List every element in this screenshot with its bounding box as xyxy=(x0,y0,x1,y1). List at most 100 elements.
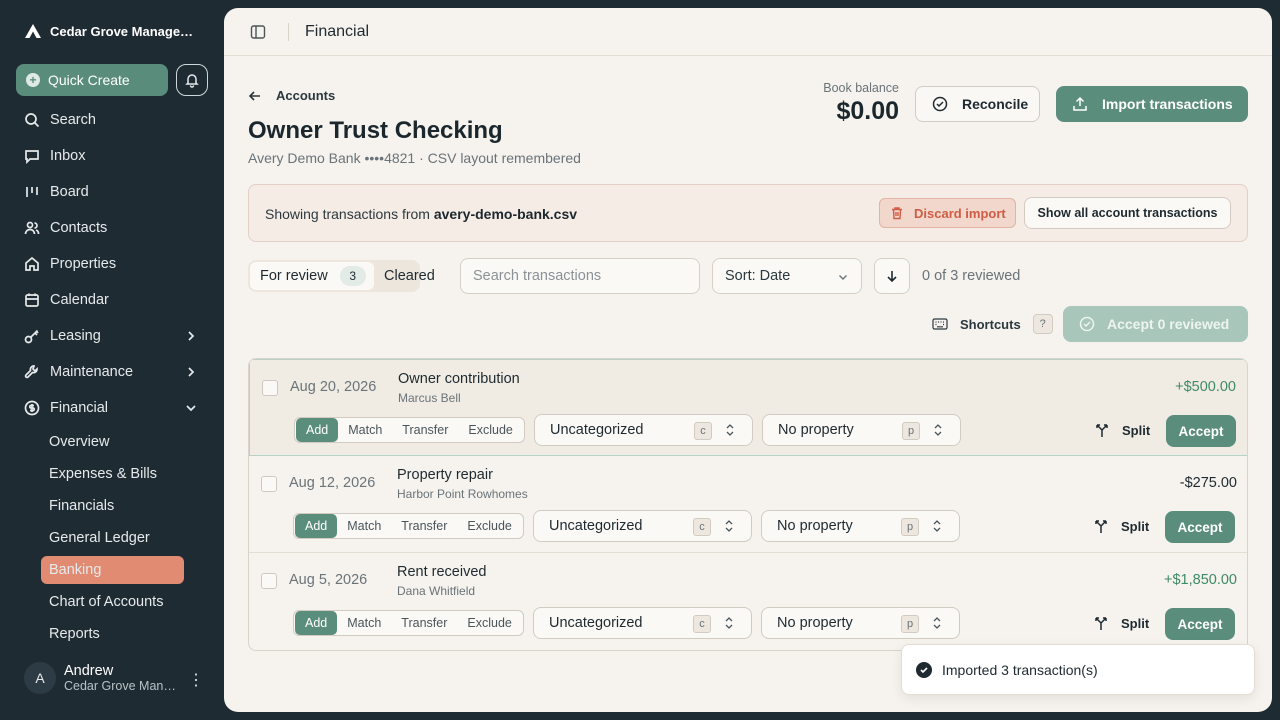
org-switcher[interactable]: Cedar Grove Manageme... xyxy=(24,22,200,40)
category-select[interactable]: Uncategorized c xyxy=(534,414,753,446)
sidebar-subitem-label: Banking xyxy=(49,562,102,578)
arrow-left-icon xyxy=(248,90,260,101)
sidebar-item-inbox[interactable]: Inbox xyxy=(0,138,224,174)
mode-segmented-control: Add Match Transfer Exclude xyxy=(293,513,524,539)
transaction-row[interactable]: Aug 5, 2026 Rent received Dana Whitfield… xyxy=(249,553,1247,650)
mode-transfer[interactable]: Transfer xyxy=(391,611,457,635)
topbar: Financial xyxy=(224,8,1272,56)
reviewed-progress-text: 0 of 3 reviewed xyxy=(922,268,1021,284)
sidebar-item-label: Leasing xyxy=(50,328,101,344)
tab-label: For review xyxy=(260,268,328,284)
sidebar-item-search[interactable]: Search xyxy=(0,102,224,138)
sidebar: Cedar Grove Manageme... + Quick Create S… xyxy=(0,0,224,720)
sidebar-item-calendar[interactable]: Calendar xyxy=(0,282,224,318)
sidebar-subitem-label: Overview xyxy=(49,434,110,450)
sidebar-subitem-banking[interactable]: Banking xyxy=(0,554,224,586)
accept-reviewed-button[interactable]: Accept 0 reviewed xyxy=(1063,306,1248,342)
property-shortcut-key: p xyxy=(901,518,919,536)
mode-add[interactable]: Add xyxy=(295,514,338,538)
import-label: Import transactions xyxy=(1102,96,1233,112)
user-org: Cedar Grove Mana... xyxy=(64,679,176,693)
accept-button[interactable]: Accept xyxy=(1165,608,1235,640)
sidebar-item-label: Calendar xyxy=(50,292,109,308)
mode-exclude[interactable]: Exclude xyxy=(457,514,521,538)
mode-add[interactable]: Add xyxy=(296,418,339,442)
sidebar-subitem-financials[interactable]: Financials xyxy=(0,490,224,522)
banner-prefix: Showing transactions from xyxy=(265,206,430,222)
category-select[interactable]: Uncategorized c xyxy=(533,607,752,639)
back-label: Accounts xyxy=(276,88,336,103)
reconcile-button[interactable]: Reconcile xyxy=(915,86,1040,122)
sidebar-subitem-label: Expenses & Bills xyxy=(49,466,157,482)
user-name: Andrew xyxy=(64,663,114,679)
sidebar-item-label: Search xyxy=(50,112,96,128)
shortcuts-button[interactable]: Shortcuts ? xyxy=(932,314,1053,334)
property-select[interactable]: No property p xyxy=(762,414,961,446)
banner-text: Showing transactions from avery-demo-ban… xyxy=(265,206,577,222)
sidebar-item-board[interactable]: Board xyxy=(0,174,224,210)
category-select[interactable]: Uncategorized c xyxy=(533,510,752,542)
sort-direction-button[interactable] xyxy=(874,258,910,294)
property-select[interactable]: No property p xyxy=(761,607,960,639)
sidebar-subitem-overview[interactable]: Overview xyxy=(0,426,224,458)
property-select[interactable]: No property p xyxy=(761,510,960,542)
brand-logo-icon xyxy=(25,24,41,38)
quick-create-button[interactable]: + Quick Create xyxy=(16,64,168,96)
row-checkbox[interactable] xyxy=(261,476,277,492)
sidebar-subitem-reports[interactable]: Reports xyxy=(0,618,224,650)
mode-add[interactable]: Add xyxy=(295,611,338,635)
sidebar-item-label: Inbox xyxy=(50,148,86,164)
sidebar-item-financial[interactable]: Financial xyxy=(0,390,224,426)
sidebar-item-maintenance[interactable]: Maintenance xyxy=(0,354,224,390)
accept-button[interactable]: Accept xyxy=(1165,511,1235,543)
mode-match[interactable]: Match xyxy=(337,611,391,635)
sidebar-item-leasing[interactable]: Leasing xyxy=(0,318,224,354)
split-icon xyxy=(1095,520,1107,533)
shortcuts-label: Shortcuts xyxy=(960,316,1021,332)
chevron-updown-icon xyxy=(726,424,734,436)
sidebar-subitem-general-ledger[interactable]: General Ledger xyxy=(0,522,224,554)
sidebar-toggle-icon[interactable] xyxy=(250,24,266,40)
tab-for-review[interactable]: For review 3 xyxy=(250,262,374,290)
user-menu[interactable]: A Andrew Cedar Grove Mana... ⋮ xyxy=(24,662,204,694)
mode-exclude[interactable]: Exclude xyxy=(457,611,521,635)
split-button[interactable]: Split xyxy=(1094,422,1150,438)
accept-all-label: Accept 0 reviewed xyxy=(1107,316,1230,332)
split-button[interactable]: Split xyxy=(1093,615,1149,631)
mode-transfer[interactable]: Transfer xyxy=(392,418,458,442)
row-checkbox[interactable] xyxy=(261,573,277,589)
key-icon xyxy=(24,329,39,344)
mode-transfer[interactable]: Transfer xyxy=(391,514,457,538)
transaction-amount: +$1,850.00 xyxy=(1164,572,1237,588)
notifications-button[interactable] xyxy=(176,64,208,96)
more-vertical-icon[interactable]: ⋮ xyxy=(188,670,204,690)
sidebar-item-contacts[interactable]: Contacts xyxy=(0,210,224,246)
accept-button[interactable]: Accept xyxy=(1166,415,1236,447)
row-checkbox[interactable] xyxy=(262,380,278,396)
sidebar-item-properties[interactable]: Properties xyxy=(0,246,224,282)
mode-segmented-control: Add Match Transfer Exclude xyxy=(293,610,524,636)
show-all-transactions-button[interactable]: Show all account transactions xyxy=(1024,197,1231,229)
mode-match[interactable]: Match xyxy=(337,514,391,538)
split-label: Split xyxy=(1122,422,1151,438)
back-to-accounts-link[interactable]: Accounts xyxy=(248,88,335,103)
split-button[interactable]: Split xyxy=(1093,518,1149,534)
chevron-right-icon xyxy=(188,367,195,377)
import-transactions-button[interactable]: Import transactions xyxy=(1056,86,1248,122)
sidebar-subitem-label: Reports xyxy=(49,626,100,642)
transaction-row[interactable]: Aug 20, 2026 Owner contribution Marcus B… xyxy=(249,359,1247,456)
tab-cleared[interactable]: Cleared xyxy=(384,262,435,290)
board-icon xyxy=(26,187,38,197)
sidebar-subitem-expenses-bills[interactable]: Expenses & Bills xyxy=(0,458,224,490)
sidebar-subitem-chart-of-accounts[interactable]: Chart of Accounts xyxy=(0,586,224,618)
mode-match[interactable]: Match xyxy=(338,418,392,442)
sort-select[interactable]: Sort: Date xyxy=(712,258,862,294)
search-input[interactable] xyxy=(460,258,700,294)
mode-exclude[interactable]: Exclude xyxy=(458,418,522,442)
tab-label: Cleared xyxy=(384,268,435,284)
transaction-row[interactable]: Aug 12, 2026 Property repair Harbor Poin… xyxy=(249,456,1247,553)
plus-icon: + xyxy=(26,73,40,87)
discard-import-button[interactable]: Discard import xyxy=(879,198,1016,228)
wrench-icon xyxy=(24,365,38,379)
split-label: Split xyxy=(1121,518,1150,534)
